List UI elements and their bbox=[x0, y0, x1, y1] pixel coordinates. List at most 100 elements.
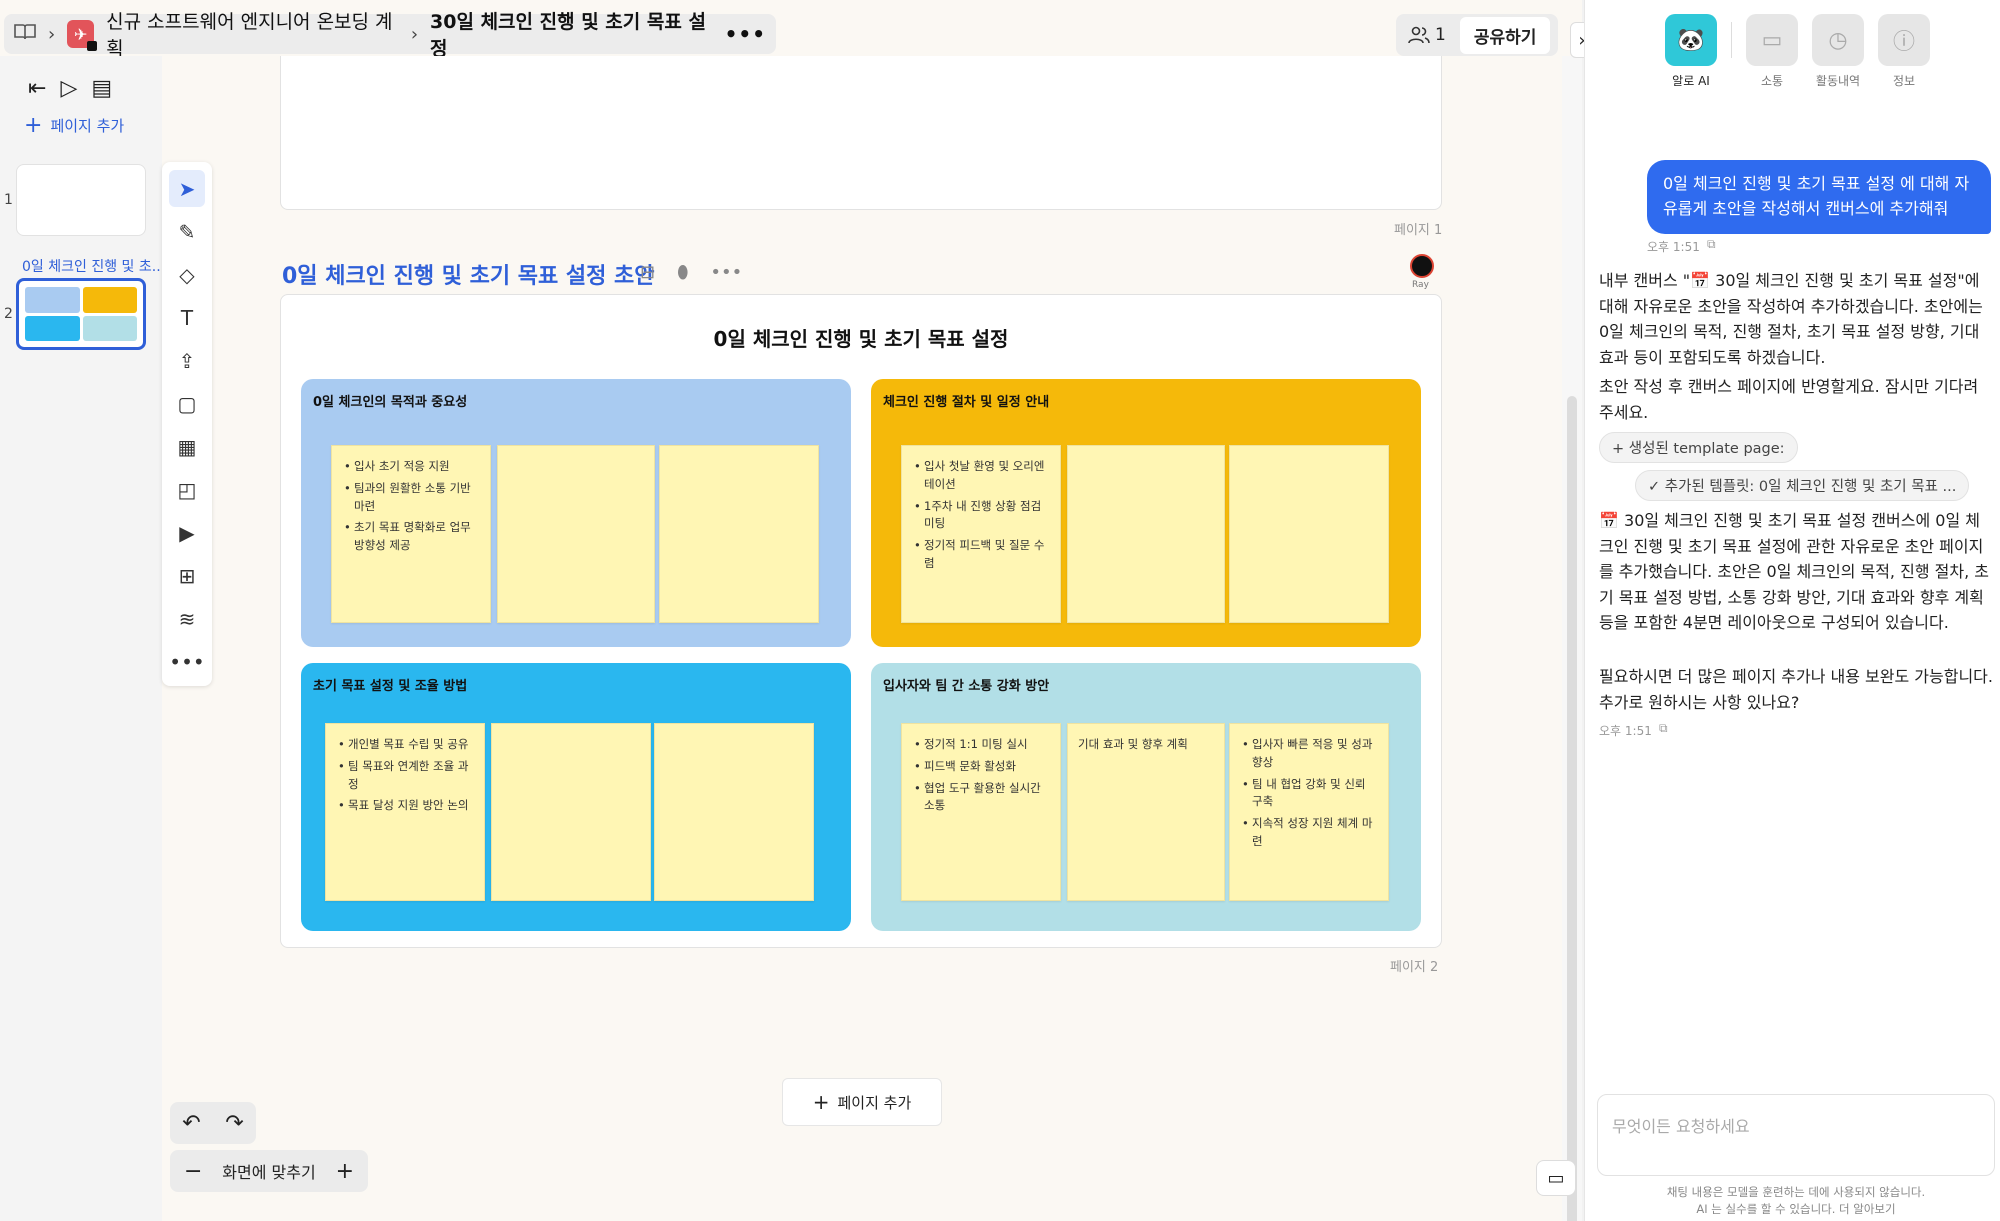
pen-tool-icon[interactable]: ✎ bbox=[169, 213, 205, 250]
added-template-chip[interactable]: ✓ 추가된 템플릿: 0일 체크인 진행 및 초기 목표 ... bbox=[1635, 470, 1970, 501]
note-bullet: 목표 달성 지원 방안 논의 bbox=[336, 797, 474, 815]
sticky-note[interactable] bbox=[654, 723, 814, 901]
book-icon[interactable] bbox=[14, 23, 36, 46]
thumb-quadrant bbox=[25, 287, 80, 313]
breadcrumb-workspace[interactable]: 신규 소프트웨어 엔지니어 온보딩 계획 bbox=[106, 7, 399, 61]
sticky-note[interactable] bbox=[491, 723, 651, 901]
ai-message-paragraph: 📅 30일 체크인 진행 및 초기 목표 설정 캔버스에 0일 체크인 진행 및… bbox=[1599, 511, 1989, 633]
sticky-note[interactable] bbox=[659, 445, 819, 623]
copy-icon[interactable]: ⧉ bbox=[1707, 237, 1716, 252]
tab-communication[interactable]: ▭ 소통 bbox=[1746, 14, 1798, 89]
quadrant-purpose[interactable]: 0일 체크인의 목적과 중요성 입사 초기 적응 지원 팀과의 원활한 소통 기… bbox=[301, 379, 851, 647]
tab-label: 알로 AI bbox=[1672, 74, 1710, 88]
upload-tool-icon[interactable]: ⇪ bbox=[169, 342, 205, 379]
select-tool-icon[interactable]: ➤ bbox=[169, 170, 205, 207]
page-title-actions: ⊟ ⬮ ••• bbox=[640, 262, 742, 283]
sticky-note[interactable]: 입사자 빠른 적응 및 성과 향상 팀 내 협업 강화 및 신뢰 구축 지속적 … bbox=[1229, 723, 1389, 901]
outline-icon[interactable]: ▤ bbox=[91, 76, 112, 101]
sticky-note[interactable] bbox=[497, 445, 655, 623]
more-icon[interactable]: ••• bbox=[710, 262, 742, 283]
note-bullet: 피드백 문화 활성화 bbox=[912, 758, 1050, 776]
copy-icon[interactable]: ⧉ bbox=[1659, 721, 1668, 736]
page-thumbnail-1[interactable] bbox=[16, 164, 146, 236]
more-options-button[interactable]: ••• bbox=[725, 22, 766, 46]
generated-template-chip[interactable]: + 생성된 template page: bbox=[1599, 432, 1798, 463]
quadrant-procedure[interactable]: 체크인 진행 절차 및 일정 안내 입사 첫날 환영 및 오리엔테이션 1주차 … bbox=[871, 379, 1421, 647]
chevron-right-icon: › bbox=[48, 23, 56, 45]
tab-label: 소통 bbox=[1760, 74, 1784, 88]
collapse-left-icon[interactable]: ⇤ bbox=[28, 76, 46, 101]
check-circle-icon: ✓ bbox=[1648, 479, 1665, 495]
sticky-note[interactable] bbox=[1229, 445, 1389, 623]
page-1-frame[interactable] bbox=[280, 56, 1442, 210]
sticky-note[interactable] bbox=[1067, 445, 1225, 623]
quadrant-title: 입사자와 팀 간 소통 강화 방안 bbox=[883, 679, 1050, 694]
share-button[interactable]: 공유하기 bbox=[1459, 16, 1551, 54]
tab-activity[interactable]: ◷ 활동내역 bbox=[1812, 14, 1864, 89]
video-call-button[interactable]: ▭ bbox=[1536, 1160, 1576, 1196]
note-bullet: 정기적 1:1 미팅 실시 bbox=[912, 736, 1050, 754]
redo-icon[interactable]: ↷ bbox=[225, 1111, 243, 1136]
panda-icon: 🐼 bbox=[1665, 14, 1717, 66]
page-list-panel: ⇤ ▷ ▤ + 페이지 추가 1 0일 체크인 진행 및 초... 2 bbox=[0, 56, 166, 1221]
chat-input[interactable]: 무엇이든 요청하세요 bbox=[1597, 1094, 1995, 1176]
sticky-note-tool-icon[interactable]: ▢ bbox=[169, 385, 205, 422]
template-icon[interactable]: ⊟ bbox=[640, 262, 655, 283]
page-thumbnail-title: 0일 체크인 진행 및 초... bbox=[22, 259, 166, 275]
add-page-label: 페이지 추가 bbox=[837, 1093, 912, 1112]
sticky-note[interactable]: 입사 첫날 환영 및 오리엔테이션 1주차 내 진행 상황 점검 미팅 정기적 … bbox=[901, 445, 1061, 623]
zoom-fit-button[interactable]: 화면에 맞추기 bbox=[222, 1159, 315, 1183]
breadcrumb-page-title[interactable]: 30일 체크인 진행 및 초기 목표 설정 bbox=[430, 7, 713, 61]
note-bullet: 정기적 피드백 및 질문 수렴 bbox=[912, 537, 1050, 573]
undo-icon[interactable]: ↶ bbox=[182, 1111, 200, 1136]
quadrant-title: 초기 목표 설정 및 조율 방법 bbox=[313, 679, 468, 694]
play-icon[interactable]: ▷ bbox=[60, 76, 77, 101]
quadrant-communication[interactable]: 입사자와 팀 간 소통 강화 방안 정기적 1:1 미팅 실시 피드백 문화 활… bbox=[871, 663, 1421, 931]
page-thumbnail-2[interactable] bbox=[16, 278, 146, 350]
sticky-note[interactable]: 정기적 1:1 미팅 실시 피드백 문화 활성화 협업 도구 활용한 실시간 소… bbox=[901, 723, 1061, 901]
ai-message-paragraph: 내부 캔버스 "📅 30일 체크인 진행 및 초기 목표 설정"에 대해 자유로… bbox=[1599, 271, 1983, 367]
user-message: 0일 체크인 진행 및 초기 목표 설정 에 대해 자유롭게 초안을 작성해서 … bbox=[1647, 160, 1991, 234]
sticky-note[interactable]: 개인별 목표 수립 및 공유 팀 목표와 연계한 조율 과정 목표 달성 지원 … bbox=[325, 723, 485, 901]
page-2-title[interactable]: 0일 체크인 진행 및 초기 목표 설정 초안 bbox=[282, 258, 655, 290]
paint-icon[interactable]: ⬮ bbox=[677, 262, 688, 283]
avatar[interactable] bbox=[1410, 254, 1434, 278]
tab-info[interactable]: ⓘ 정보 bbox=[1878, 14, 1930, 89]
header-actions: 1 공유하기 bbox=[1396, 14, 1558, 56]
more-tools-icon[interactable]: ••• bbox=[169, 643, 205, 680]
tab-allo-ai[interactable]: 🐼 알로 AI bbox=[1665, 14, 1717, 89]
note-bullet: 팀 목표와 연계한 조율 과정 bbox=[336, 758, 474, 794]
text-tool-icon[interactable]: T bbox=[169, 299, 205, 336]
plus-icon: + bbox=[1612, 441, 1629, 457]
disclaimer-line[interactable]: AI 는 실수를 할 수 있습니다. 더 알아보기 bbox=[1597, 1201, 1995, 1218]
sticker-tool-icon[interactable]: ◰ bbox=[169, 471, 205, 508]
add-page-button[interactable]: + 페이지 추가 bbox=[782, 1078, 942, 1126]
zoom-in-icon[interactable]: + bbox=[336, 1159, 354, 1184]
note-bullet: 1주차 내 진행 상황 점검 미팅 bbox=[912, 498, 1050, 534]
assistant-tabs: 🐼 알로 AI ▭ 소통 ◷ 활동내역 ⓘ 정보 bbox=[1665, 14, 1930, 89]
layers-tool-icon[interactable]: ≋ bbox=[169, 600, 205, 637]
frame-add-tool-icon[interactable]: ⊞ bbox=[169, 557, 205, 594]
quadrant-goals[interactable]: 초기 목표 설정 및 조율 방법 개인별 목표 수립 및 공유 팀 목표와 연계… bbox=[301, 663, 851, 931]
sticky-note[interactable]: 기대 효과 및 향후 계획 bbox=[1067, 723, 1225, 901]
shape-tool-icon[interactable]: ◇ bbox=[169, 256, 205, 293]
zoom-controls: − 화면에 맞추기 + bbox=[170, 1150, 368, 1192]
page-2-label: 페이지 2 bbox=[1390, 960, 1439, 975]
zoom-out-icon[interactable]: − bbox=[184, 1159, 202, 1184]
note-bullet: 초기 목표 명확화로 업무 방향성 제공 bbox=[342, 519, 480, 555]
page-2-frame[interactable]: 0일 체크인 진행 및 초기 목표 설정 0일 체크인의 목적과 중요성 입사 … bbox=[280, 294, 1442, 948]
scrollbar-thumb[interactable] bbox=[1567, 396, 1577, 1221]
table-tool-icon[interactable]: ▦ bbox=[169, 428, 205, 465]
add-page-label: 페이지 추가 bbox=[50, 117, 125, 135]
canvas-scrollbar[interactable] bbox=[1562, 56, 1582, 1221]
page-number: 2 bbox=[4, 306, 13, 322]
breadcrumb: › ✈ 신규 소프트웨어 엔지니어 온보딩 계획 › 30일 체크인 진행 및 … bbox=[4, 11, 776, 60]
add-page-button-left[interactable]: + 페이지 추가 bbox=[0, 101, 162, 138]
rocket-icon: ✈ bbox=[67, 20, 98, 51]
tab-label: 활동내역 bbox=[1815, 74, 1861, 88]
ai-message-paragraph: 필요하시면 더 많은 페이지 추가나 내용 보완도 가능합니다. 추가로 원하시… bbox=[1599, 667, 1993, 712]
members-button[interactable]: 1 bbox=[1402, 25, 1452, 45]
video-tool-icon[interactable]: ▶ bbox=[169, 514, 205, 551]
sticky-note[interactable]: 입사 초기 적응 지원 팀과의 원활한 소통 기반 마련 초기 목표 명확화로 … bbox=[331, 445, 491, 623]
lock-icon bbox=[87, 41, 98, 51]
